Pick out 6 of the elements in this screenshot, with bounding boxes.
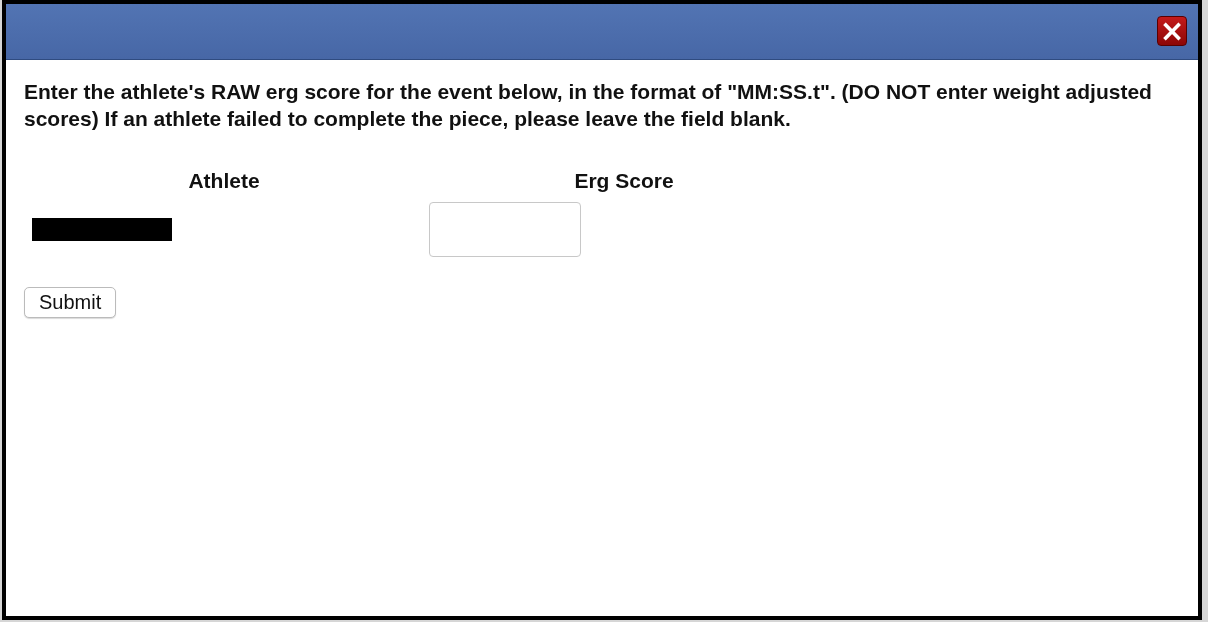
erg-score-field[interactable]: [429, 201, 581, 257]
submit-button[interactable]: Submit: [24, 287, 117, 318]
column-header: Athlete: [187, 169, 261, 193]
close-button[interactable]: ×: [1157, 15, 1187, 46]
instructions-text: Enter the athlete's RAW erg score for the event below, in the format of "MM:SS.t". (DO NOT enter weight adjusted scores) If an athlete failed to complete the piece, please leave the field blank.: [24, 79, 1153, 132]
column-header: Erg Score: [573, 169, 675, 193]
